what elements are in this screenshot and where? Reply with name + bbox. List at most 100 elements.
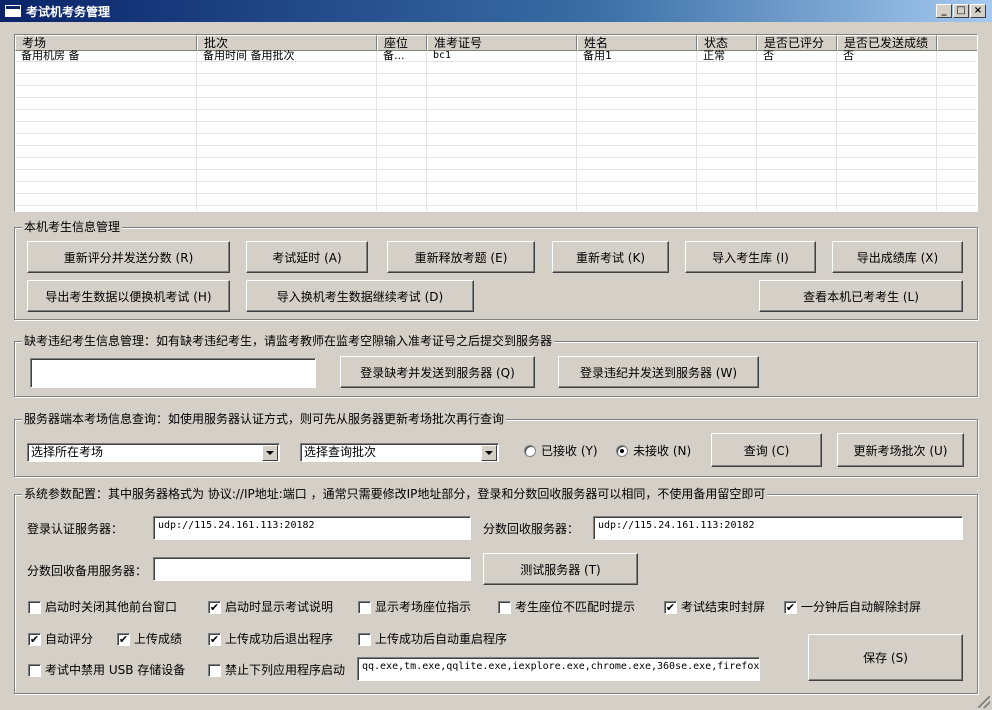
- backup-server-label: 分数回收备用服务器：: [27, 564, 148, 578]
- empty-row: [15, 87, 977, 98]
- empty-row: [15, 75, 977, 86]
- release-questions-button[interactable]: 重新释放考题 (E): [387, 241, 535, 273]
- report-absent-button[interactable]: 登录缺考并发送到服务器 (Q): [340, 356, 535, 388]
- not-received-radio-label[interactable]: 未接收 (N): [633, 444, 691, 458]
- exam-room-select-value: 选择所在考场: [31, 445, 104, 459]
- import-examinee-db-button[interactable]: 导入考生库 (I): [685, 241, 816, 273]
- received-radio-label[interactable]: 已接收 (Y): [541, 444, 598, 458]
- score-server-label: 分数回收服务器：: [483, 522, 580, 536]
- col-header-sent[interactable]: 是否已发送成绩: [837, 35, 937, 51]
- login-server-input[interactable]: udp://115.24.161.113:20182: [153, 516, 471, 540]
- close-bg-label[interactable]: 启动时关闭其他前台窗口: [45, 600, 177, 614]
- export-scores-button[interactable]: 导出成绩库 (X): [832, 241, 963, 273]
- cell-batch: 备用时间 备用批次: [203, 50, 295, 62]
- table-header: 考场 批次 座位 准考证号 姓名 状态 是否已评分 是否已发送成绩: [15, 35, 977, 51]
- absent-label: 缺考违纪考生信息管理：如有缺考违纪考生，请监考教师在监考空隙输入准考证号之后提交…: [22, 334, 555, 348]
- empty-row: [15, 63, 977, 74]
- show-seat-label[interactable]: 显示考场座位指示: [375, 600, 471, 614]
- import-switch-button[interactable]: 导入换机考生数据继续考试 (D): [246, 280, 474, 312]
- chevron-down-icon[interactable]: [481, 445, 497, 461]
- empty-row: [15, 195, 977, 206]
- maximize-button[interactable]: □: [953, 4, 969, 18]
- seat-mismatch-label[interactable]: 考生座位不匹配时提示: [515, 600, 635, 614]
- login-server-label: 登录认证服务器：: [27, 522, 124, 536]
- restart-after-checkbox[interactable]: [358, 633, 371, 646]
- col-header-scored[interactable]: 是否已评分: [757, 35, 837, 51]
- lock-end-checkbox[interactable]: ✔: [664, 601, 677, 614]
- col-header-ticket[interactable]: 准考证号: [427, 35, 577, 51]
- save-button[interactable]: 保存 (S): [808, 634, 963, 681]
- received-radio[interactable]: [524, 445, 536, 457]
- empty-row: [15, 123, 977, 134]
- col-header-name[interactable]: 姓名: [577, 35, 697, 51]
- examinee-table[interactable]: 考场 批次 座位 准考证号 姓名 状态 是否已评分 是否已发送成绩 备用机房 备…: [14, 34, 978, 212]
- exit-after-label[interactable]: 上传成功后退出程序: [225, 632, 333, 646]
- auto-unlock-label[interactable]: 一分钟后自动解除封屏: [801, 600, 921, 614]
- title-bar[interactable]: 考试机考务管理 _ □ ×: [0, 0, 992, 22]
- col-header-status[interactable]: 状态: [697, 35, 757, 51]
- close-button[interactable]: ×: [970, 4, 986, 18]
- lock-end-label[interactable]: 考试结束时封屏: [681, 600, 765, 614]
- cell-ticket: bc1: [433, 50, 452, 61]
- col-header-seat[interactable]: 座位: [377, 35, 427, 51]
- view-finished-button[interactable]: 查看本机已考考生 (L): [759, 280, 963, 312]
- ban-usb-label[interactable]: 考试中禁用 USB 存储设备: [45, 663, 185, 677]
- window-title: 考试机考务管理: [26, 5, 111, 19]
- seat-mismatch-checkbox[interactable]: [498, 601, 511, 614]
- empty-row: [15, 135, 977, 146]
- resize-grip-icon[interactable]: [978, 696, 990, 708]
- ban-apps-label[interactable]: 禁止下列应用程序启动: [225, 663, 345, 677]
- sys-config-label: 系统参数配置：其中服务器格式为 协议://IP地址:端口 ，通常只需要修改IP地…: [22, 487, 768, 501]
- auto-score-checkbox[interactable]: ✔: [28, 633, 41, 646]
- ban-apps-checkbox[interactable]: [208, 664, 221, 677]
- test-server-button[interactable]: 测试服务器 (T): [483, 553, 638, 585]
- close-bg-checkbox[interactable]: [28, 601, 41, 614]
- local-mgmt-label: 本机考生信息管理: [22, 220, 123, 234]
- cell-name: 备用1: [583, 50, 612, 62]
- show-desc-label[interactable]: 启动时显示考试说明: [225, 600, 333, 614]
- show-desc-checkbox[interactable]: ✔: [208, 601, 221, 614]
- upload-checkbox[interactable]: ✔: [117, 633, 130, 646]
- col-header-filler: [937, 35, 977, 51]
- window-icon: [5, 5, 21, 17]
- empty-row: [15, 159, 977, 170]
- auto-score-label[interactable]: 自动评分: [45, 632, 93, 646]
- col-header-batch[interactable]: 批次: [197, 35, 377, 51]
- not-received-radio[interactable]: [616, 445, 628, 457]
- show-seat-checkbox[interactable]: [358, 601, 371, 614]
- backup-server-input[interactable]: [153, 557, 471, 581]
- chevron-down-icon[interactable]: [262, 445, 278, 461]
- restart-after-label[interactable]: 上传成功后自动重启程序: [375, 632, 507, 646]
- cell-room: 备用机房 备: [21, 50, 80, 62]
- empty-row: [15, 147, 977, 158]
- cell-seat: 备...: [383, 50, 405, 62]
- empty-row: [15, 183, 977, 194]
- report-violation-button[interactable]: 登录违纪并发送到服务器 (W): [558, 356, 759, 388]
- query-button[interactable]: 查询 (C): [711, 433, 822, 467]
- minimize-button[interactable]: _: [936, 4, 952, 18]
- cell-scored: 否: [763, 50, 774, 62]
- export-switch-button[interactable]: 导出考生数据以便换机考试 (H): [27, 280, 230, 312]
- update-batches-button[interactable]: 更新考场批次 (U): [837, 433, 964, 467]
- ban-usb-checkbox[interactable]: [28, 664, 41, 677]
- cell-status: 正常: [703, 50, 725, 62]
- ticket-number-input[interactable]: [30, 358, 316, 388]
- empty-row: [15, 99, 977, 110]
- rescore-send-button[interactable]: 重新评分并发送分数 (R): [27, 241, 230, 273]
- empty-row: [15, 111, 977, 122]
- col-header-room[interactable]: 考场: [15, 35, 197, 51]
- auto-unlock-checkbox[interactable]: ✔: [784, 601, 797, 614]
- batch-select-value: 选择查询批次: [304, 445, 377, 459]
- score-server-input[interactable]: udp://115.24.161.113:20182: [593, 516, 963, 540]
- exam-room-select[interactable]: 选择所在考场: [27, 443, 280, 462]
- extend-time-button[interactable]: 考试延时 (A): [246, 241, 368, 273]
- server-query-label: 服务器端本考场信息查询：如使用服务器认证方式，则可先从服务器更新考场批次再行查询: [22, 412, 507, 426]
- upload-label[interactable]: 上传成绩: [134, 632, 182, 646]
- table-row[interactable]: 备用机房 备 备用时间 备用批次 备... bc1 备用1 正常 否 否: [15, 50, 977, 62]
- banned-apps-input[interactable]: qq.exe,tm.exe,qqlite.exe,iexplore.exe,ch…: [357, 657, 760, 681]
- cell-sent: 否: [843, 50, 854, 62]
- exit-after-checkbox[interactable]: ✔: [208, 633, 221, 646]
- retest-button[interactable]: 重新考试 (K): [552, 241, 669, 273]
- batch-select[interactable]: 选择查询批次: [300, 443, 499, 462]
- empty-row: [15, 171, 977, 182]
